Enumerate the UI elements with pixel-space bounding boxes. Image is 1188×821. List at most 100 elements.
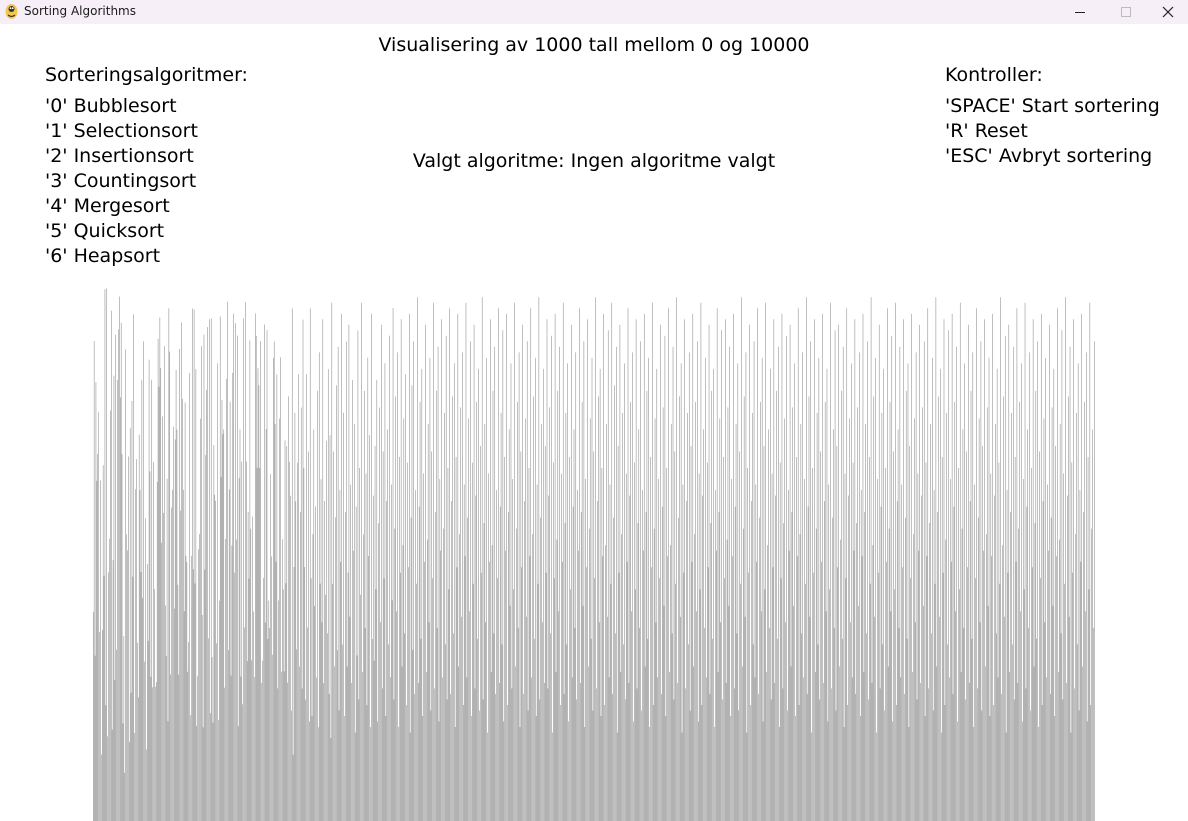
bar	[883, 368, 884, 821]
bar	[1088, 589, 1090, 821]
bar	[296, 649, 297, 821]
bar	[175, 370, 177, 821]
bar	[1057, 308, 1058, 821]
bar	[808, 396, 810, 821]
title-bar[interactable]: Sorting Algorithms	[0, 0, 1188, 24]
bar	[112, 560, 114, 821]
bar	[950, 479, 951, 821]
bar	[780, 578, 782, 821]
bar	[687, 412, 688, 821]
bar	[210, 713, 211, 821]
bar	[583, 341, 585, 821]
bar	[439, 479, 441, 821]
bar	[974, 484, 975, 821]
bar	[312, 534, 314, 821]
bar	[347, 572, 349, 821]
bar	[813, 572, 814, 821]
bar	[99, 632, 100, 821]
bar	[1082, 666, 1083, 821]
bar	[412, 649, 414, 821]
maximize-button[interactable]	[1103, 0, 1149, 24]
bar	[228, 489, 230, 821]
bar	[877, 479, 878, 821]
bar	[215, 500, 216, 821]
bar	[1065, 297, 1066, 821]
algorithm-item: '6' Heapsort	[45, 245, 161, 267]
bar	[679, 616, 681, 821]
bar	[246, 661, 248, 821]
bar	[181, 322, 182, 821]
bar	[668, 308, 669, 821]
bar	[1042, 501, 1044, 821]
bar	[584, 727, 586, 821]
bar	[211, 657, 213, 821]
bar	[661, 693, 662, 821]
minimize-button[interactable]	[1057, 0, 1103, 24]
bar	[692, 313, 694, 821]
bar	[135, 489, 136, 821]
bar	[691, 561, 693, 821]
bar	[822, 313, 823, 821]
bar	[537, 583, 539, 821]
bar	[475, 495, 477, 821]
bar	[841, 390, 842, 821]
bar	[696, 611, 697, 821]
bar	[567, 363, 568, 821]
bar	[645, 512, 647, 821]
bar	[324, 500, 325, 821]
bar	[449, 308, 451, 821]
bar	[752, 412, 753, 821]
bar	[1077, 363, 1079, 821]
bar	[225, 539, 226, 821]
bar	[393, 699, 395, 821]
bar	[560, 704, 561, 821]
bar	[368, 556, 369, 821]
bar	[987, 605, 989, 821]
bar	[878, 324, 880, 821]
bar	[743, 396, 745, 821]
bar	[224, 687, 225, 821]
bar	[291, 308, 293, 821]
bar	[598, 396, 599, 821]
bar	[1090, 704, 1091, 821]
bar	[170, 674, 171, 821]
bar	[426, 671, 427, 821]
bar	[592, 710, 594, 821]
bar	[792, 407, 794, 821]
bar	[1076, 644, 1078, 821]
bar	[862, 313, 864, 821]
bar	[853, 550, 855, 821]
bar	[1078, 710, 1080, 821]
bar	[267, 638, 269, 821]
bar	[548, 495, 550, 821]
bar	[411, 385, 413, 821]
bar	[285, 583, 287, 821]
bar	[624, 363, 625, 821]
bar	[596, 688, 597, 821]
bar	[339, 489, 341, 821]
bar	[688, 352, 690, 821]
bar	[796, 457, 797, 821]
bar	[305, 699, 306, 821]
bar	[1050, 517, 1052, 821]
bar	[1023, 589, 1025, 821]
bar	[933, 490, 935, 821]
bar	[648, 357, 649, 821]
bar	[371, 313, 372, 821]
bar	[731, 479, 732, 821]
bar	[251, 660, 252, 821]
bar	[820, 451, 821, 821]
bar	[1094, 341, 1095, 821]
bar	[914, 418, 915, 821]
bar	[718, 512, 720, 821]
bar	[913, 534, 914, 821]
bar	[716, 308, 718, 821]
close-button[interactable]	[1148, 0, 1188, 24]
bar	[1007, 572, 1009, 821]
bar	[136, 459, 137, 821]
bar	[390, 677, 391, 821]
bar	[647, 638, 649, 821]
bar	[222, 433, 224, 821]
bar	[988, 357, 990, 821]
bar	[553, 578, 555, 821]
